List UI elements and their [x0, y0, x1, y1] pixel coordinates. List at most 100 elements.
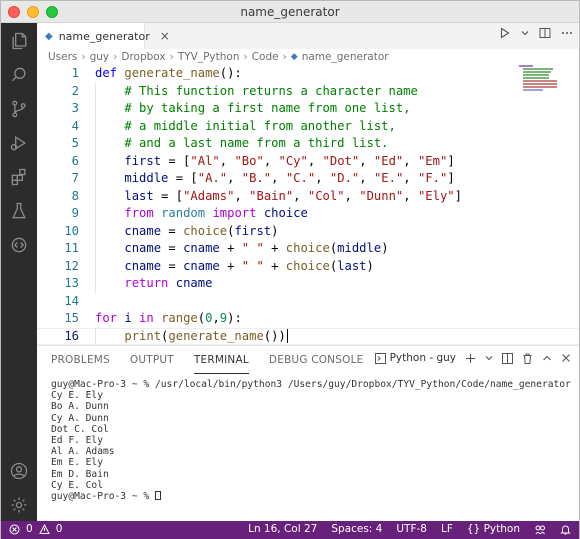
- line-number: 7: [71, 171, 79, 185]
- breadcrumb-item[interactable]: Users: [48, 51, 77, 63]
- bottom-panel: PROBLEMS OUTPUT TERMINAL DEBUG CONSOLE P…: [37, 345, 579, 521]
- line-number: 9: [71, 206, 79, 220]
- encoding[interactable]: UTF-8: [396, 523, 427, 535]
- chevron-right-icon: ›: [113, 51, 118, 63]
- line-number: 14: [64, 293, 79, 308]
- line-number: 4: [71, 118, 79, 133]
- warning-icon[interactable]: [38, 523, 50, 535]
- code-line: print(generate_name()): [124, 328, 288, 343]
- chevron-right-icon: ›: [169, 51, 174, 63]
- settings-gear-icon[interactable]: [7, 493, 31, 517]
- search-icon[interactable]: [7, 63, 31, 87]
- feedback-icon[interactable]: [534, 523, 546, 535]
- code-editor[interactable]: 1 2 3 4 5 6 7 8 9 10 11 12 13 14 15 16 d…: [37, 65, 579, 345]
- window-title: name_generator: [240, 5, 340, 19]
- cursor-position[interactable]: Ln 16, Col 27: [248, 523, 317, 535]
- tab-problems[interactable]: PROBLEMS: [51, 346, 110, 374]
- notifications-bell-icon[interactable]: [560, 524, 571, 535]
- tab-output[interactable]: OUTPUT: [130, 346, 174, 374]
- vscode-window: name_generator ◆ name_generator × Users …: [0, 0, 580, 539]
- line-number: 15: [64, 311, 79, 325]
- breadcrumb-item[interactable]: Code: [252, 51, 279, 63]
- code-line: cname = cname + " " + choice(middle): [124, 241, 389, 255]
- run-icon[interactable]: [499, 27, 511, 39]
- language-mode[interactable]: {} Python: [467, 523, 520, 535]
- source-control-icon[interactable]: [7, 97, 31, 121]
- editor-tabs: ◆ name_generator ×: [37, 23, 579, 49]
- split-editor-icon[interactable]: [539, 27, 551, 39]
- terminal-line: Cy A. Dunn: [51, 412, 109, 424]
- error-count[interactable]: 0: [26, 523, 33, 535]
- chevron-right-icon: ›: [243, 51, 248, 63]
- line-number: 5: [71, 136, 79, 150]
- close-icon[interactable]: [561, 353, 571, 363]
- terminal-icon: [374, 352, 386, 364]
- line-number: 8: [71, 188, 79, 203]
- code-line: for i in range(0,9):: [95, 311, 242, 325]
- python-file-icon: ◆: [45, 30, 53, 42]
- indentation[interactable]: Spaces: 4: [331, 523, 382, 535]
- code-line: # a middle initial from another list,: [124, 118, 396, 133]
- terminal-select[interactable]: Python - guy: [374, 352, 456, 364]
- line-number: 1: [71, 66, 79, 80]
- line-number: 6: [71, 153, 79, 168]
- editor-actions: [499, 27, 573, 39]
- line-number-active: 16: [64, 328, 79, 343]
- terminal-line: Em D. Bain: [51, 468, 109, 480]
- language-label: Python: [483, 523, 520, 535]
- code-line: # This function returns a character name: [124, 83, 418, 98]
- chevron-down-icon[interactable]: [485, 354, 493, 362]
- terminal-line: Cy E. Ely: [51, 390, 103, 402]
- tab-name-generator[interactable]: ◆ name_generator ×: [37, 23, 170, 49]
- code-line: cname = cname + " " + choice(last): [124, 258, 374, 273]
- line-number: 11: [64, 241, 79, 255]
- tab-debug-console[interactable]: DEBUG CONSOLE: [269, 346, 364, 374]
- chevron-right-icon: ›: [81, 51, 86, 63]
- add-terminal-icon[interactable]: [465, 353, 476, 364]
- terminal-line: guy@Mac-Pro-3 ~ % /usr/local/bin/python3…: [51, 379, 571, 390]
- code-line: # by taking a first name from one list,: [124, 101, 411, 115]
- breadcrumb-item[interactable]: guy: [90, 51, 110, 63]
- editor-scrollbar[interactable]: [569, 65, 579, 345]
- more-actions-icon[interactable]: [561, 27, 573, 39]
- terminal-prompt: guy@Mac-Pro-3 ~ %: [51, 490, 155, 502]
- breadcrumb-item[interactable]: Dropbox: [121, 51, 165, 63]
- line-number: 2: [71, 83, 79, 98]
- trash-icon[interactable]: [522, 353, 533, 364]
- breadcrumb: Users › guy › Dropbox › TYV_Python › Cod…: [37, 49, 579, 65]
- error-icon[interactable]: [9, 524, 20, 535]
- breadcrumb-item[interactable]: name_generator: [302, 51, 389, 63]
- terminal-select-label: Python - guy: [389, 352, 456, 364]
- account-icon[interactable]: [7, 459, 31, 483]
- tab-terminal[interactable]: TERMINAL: [193, 346, 249, 374]
- breadcrumb-item[interactable]: TYV_Python: [178, 51, 240, 63]
- chevron-right-icon: ›: [282, 51, 287, 63]
- terminal-prompt-line: guy@Mac-Pro-3 ~ %: [51, 490, 571, 502]
- terminal-line: Bo A. Dunn: [51, 401, 109, 413]
- terminal-output[interactable]: guy@Mac-Pro-3 ~ % /usr/local/bin/python3…: [51, 379, 571, 502]
- testing-icon[interactable]: [7, 199, 31, 223]
- status-bar: 0 0 Ln 16, Col 27 Spaces: 4 UTF-8 LF {} …: [1, 521, 579, 539]
- explorer-icon[interactable]: [7, 29, 31, 53]
- warning-count[interactable]: 0: [56, 523, 63, 535]
- code-line: cname = choice(first): [124, 223, 279, 238]
- split-terminal-icon[interactable]: [502, 352, 513, 364]
- maximize-panel-icon[interactable]: [542, 353, 552, 363]
- panel-actions: Python - guy: [374, 352, 571, 364]
- line-number: 13: [64, 276, 79, 290]
- chevron-down-icon[interactable]: [521, 29, 529, 37]
- extensions-icon[interactable]: [7, 165, 31, 189]
- title-bar: name_generator: [1, 1, 579, 23]
- remote-explorer-icon[interactable]: [7, 233, 31, 257]
- run-debug-icon[interactable]: [7, 131, 31, 155]
- status-right: Ln 16, Col 27 Spaces: 4 UTF-8 LF {} Pyth…: [248, 523, 571, 535]
- python-file-icon: ◆: [290, 52, 298, 62]
- close-icon[interactable]: ×: [160, 29, 170, 43]
- minimap[interactable]: [519, 65, 561, 93]
- end-of-line[interactable]: LF: [441, 523, 453, 535]
- line-number: 10: [64, 223, 79, 238]
- code-line: from random import choice: [124, 206, 308, 220]
- terminal-cursor: [154, 490, 161, 500]
- terminal-line: Dot C. Col: [51, 423, 109, 435]
- status-left: 0 0: [9, 523, 62, 535]
